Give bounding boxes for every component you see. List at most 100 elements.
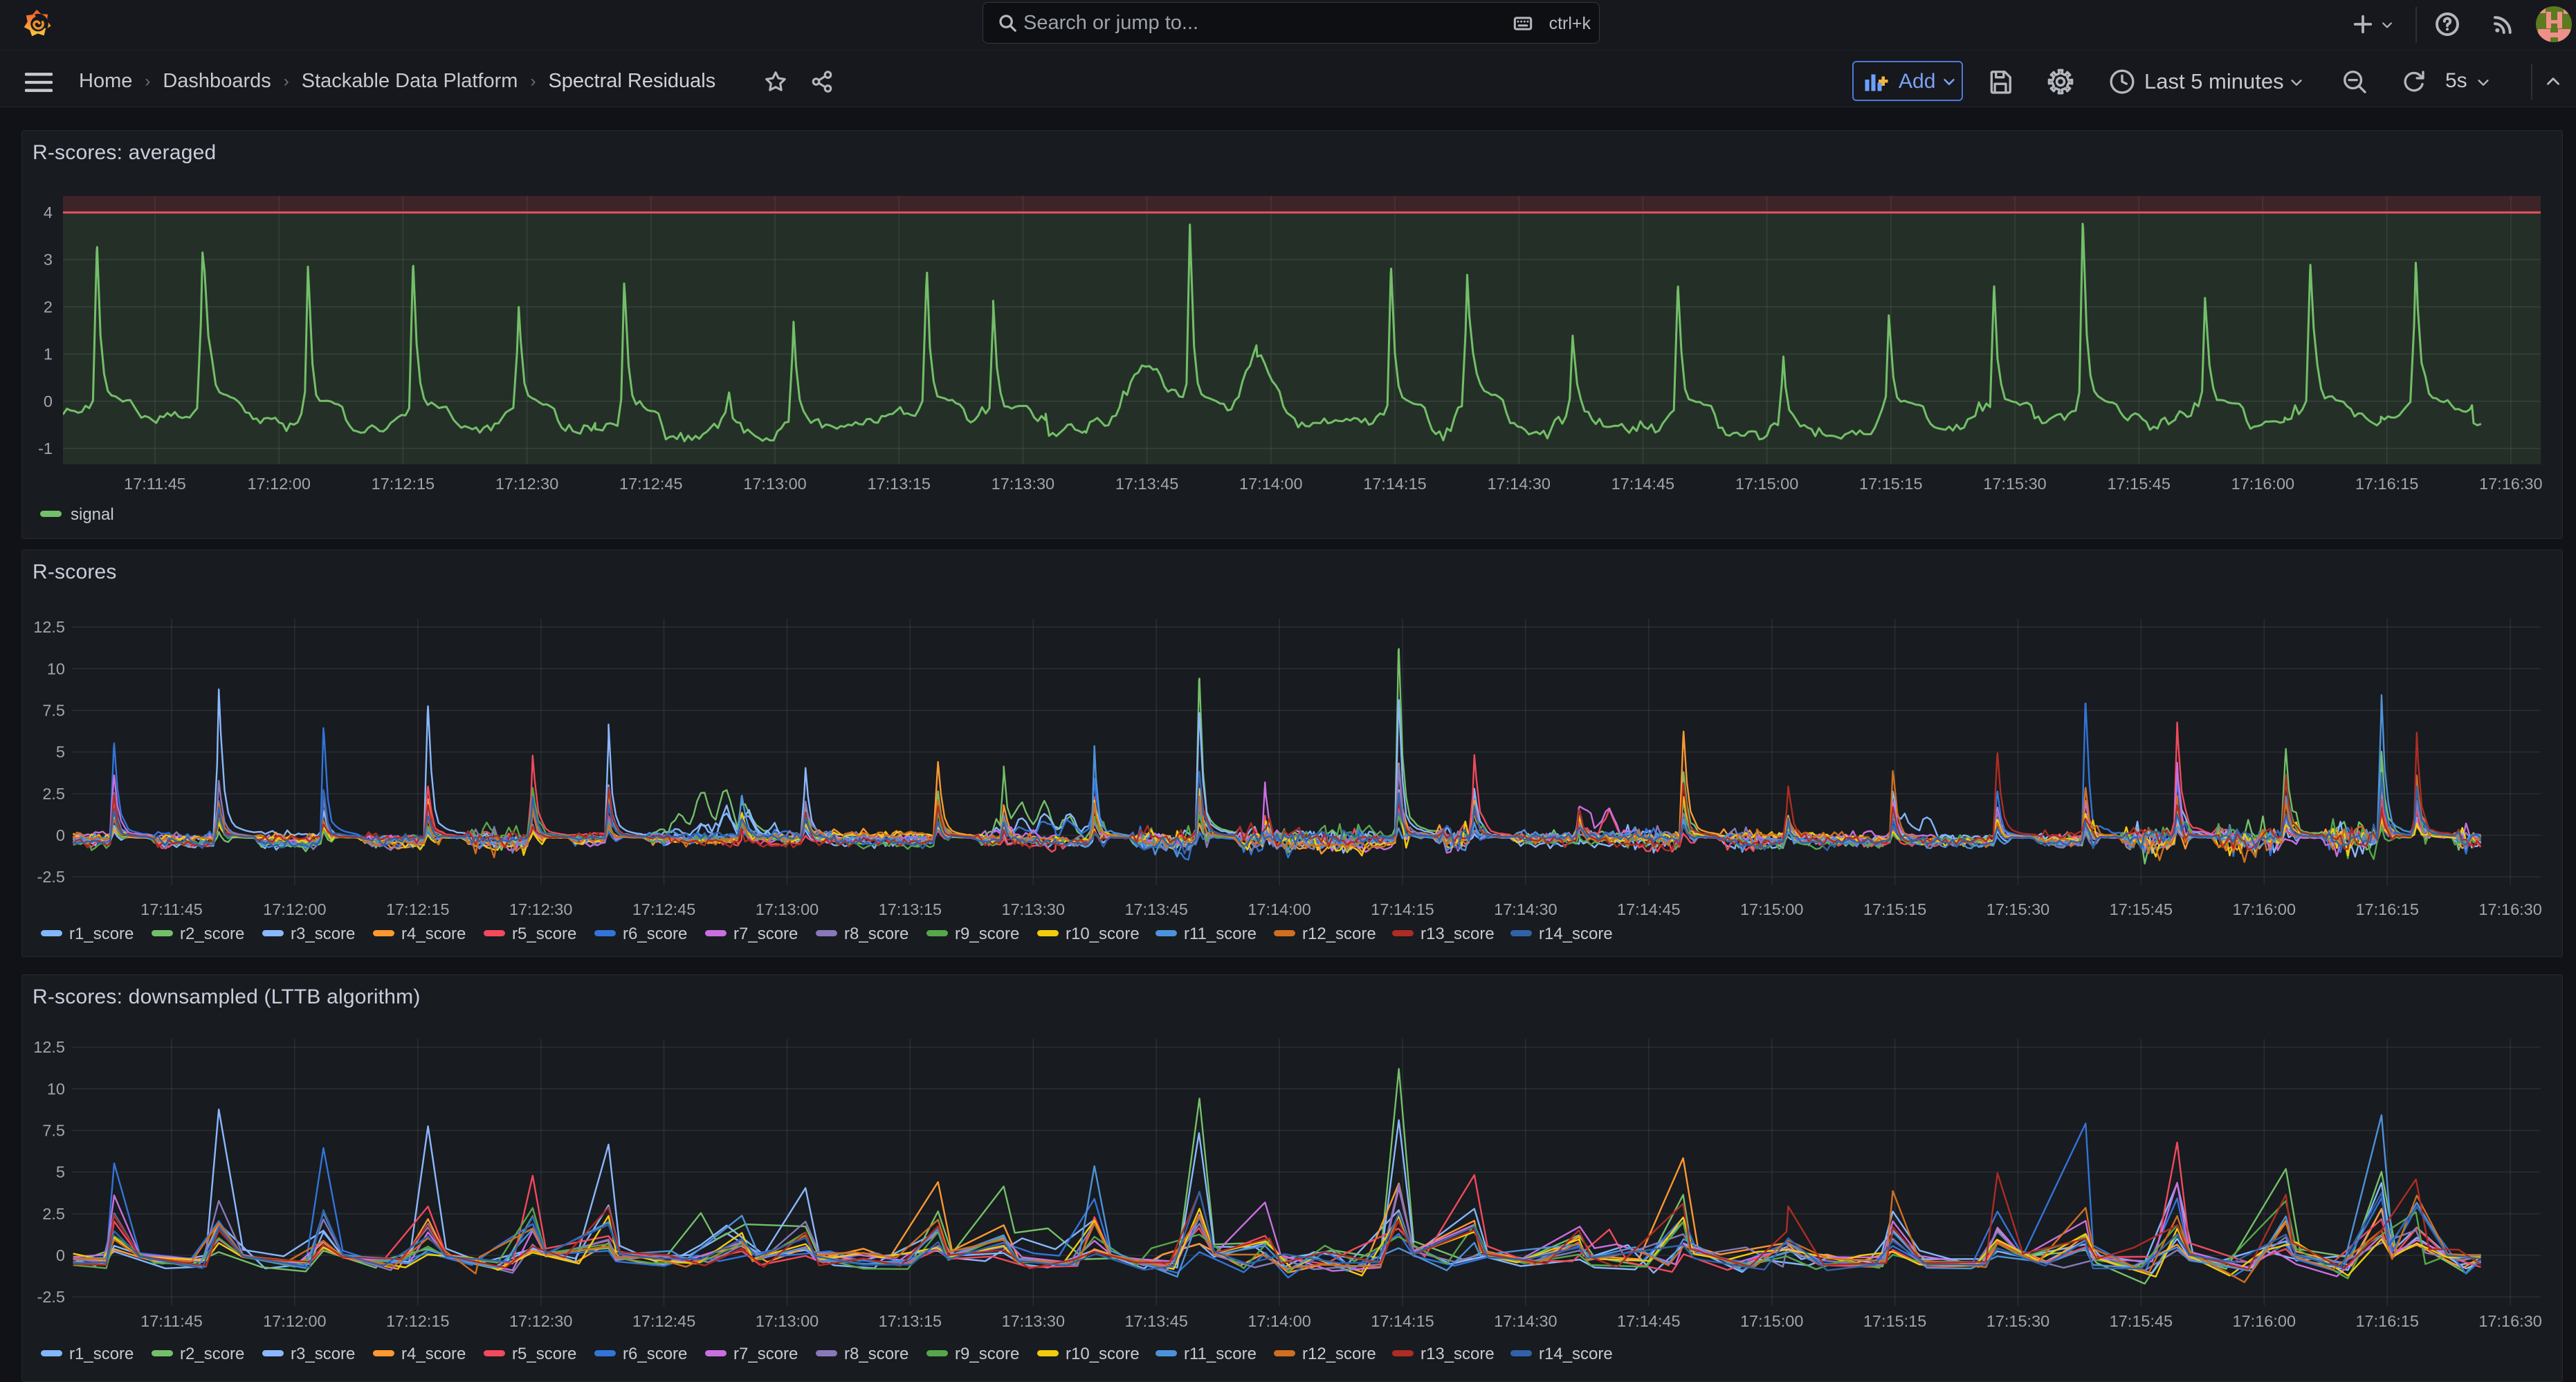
- svg-text:r12_score: r12_score: [1302, 1345, 1376, 1363]
- svg-text:17:16:30: 17:16:30: [2478, 1312, 2541, 1330]
- svg-text:0: 0: [44, 392, 53, 410]
- svg-text:17:12:45: 17:12:45: [632, 1312, 695, 1330]
- svg-text:r11_score: r11_score: [1184, 925, 1257, 943]
- svg-text:17:15:30: 17:15:30: [1986, 1312, 2049, 1330]
- svg-text:17:14:45: 17:14:45: [1617, 900, 1680, 918]
- svg-text:17:12:00: 17:12:00: [247, 475, 310, 493]
- svg-text:17:15:00: 17:15:00: [1735, 475, 1798, 493]
- svg-text:r6_score: r6_score: [623, 1345, 687, 1363]
- svg-text:r11_score: r11_score: [1184, 1345, 1257, 1363]
- svg-text:17:13:30: 17:13:30: [992, 475, 1054, 493]
- svg-text:17:15:15: 17:15:15: [1859, 475, 1922, 493]
- svg-text:r12_score: r12_score: [1302, 925, 1376, 943]
- svg-text:17:12:00: 17:12:00: [263, 900, 326, 918]
- svg-text:r7_score: r7_score: [733, 925, 798, 943]
- svg-text:r6_score: r6_score: [623, 925, 687, 943]
- svg-text:17:15:15: 17:15:15: [1863, 1312, 1926, 1330]
- svg-text:17:13:00: 17:13:00: [743, 475, 806, 493]
- svg-text:17:16:00: 17:16:00: [2231, 475, 2294, 493]
- svg-text:17:14:00: 17:14:00: [1239, 475, 1302, 493]
- svg-text:17:15:30: 17:15:30: [1983, 475, 2046, 493]
- svg-text:12.5: 12.5: [33, 618, 65, 636]
- svg-text:17:16:15: 17:16:15: [2355, 900, 2418, 918]
- svg-text:17:15:00: 17:15:00: [1740, 1312, 1803, 1330]
- svg-text:2: 2: [44, 298, 53, 316]
- svg-text:17:11:45: 17:11:45: [140, 1312, 203, 1330]
- svg-text:-2.5: -2.5: [37, 1288, 66, 1306]
- svg-text:17:13:15: 17:13:15: [879, 1312, 942, 1330]
- svg-text:2.5: 2.5: [42, 1205, 65, 1223]
- svg-text:r3_score: r3_score: [291, 925, 355, 943]
- svg-text:17:12:30: 17:12:30: [509, 900, 572, 918]
- svg-text:7.5: 7.5: [42, 1121, 65, 1139]
- svg-text:r5_score: r5_score: [512, 1345, 576, 1363]
- svg-text:17:14:45: 17:14:45: [1617, 1312, 1680, 1330]
- svg-text:17:12:15: 17:12:15: [386, 900, 449, 918]
- svg-text:r7_score: r7_score: [733, 1345, 798, 1363]
- svg-text:r1_score: r1_score: [69, 1345, 134, 1363]
- svg-text:17:12:45: 17:12:45: [619, 475, 682, 493]
- svg-text:17:13:45: 17:13:45: [1115, 475, 1178, 493]
- svg-text:r5_score: r5_score: [512, 925, 576, 943]
- svg-text:r9_score: r9_score: [955, 1345, 1019, 1363]
- svg-text:3: 3: [44, 251, 53, 269]
- svg-text:r4_score: r4_score: [401, 925, 466, 943]
- svg-text:5: 5: [56, 743, 65, 761]
- svg-text:r10_score: r10_score: [1066, 1345, 1140, 1363]
- svg-text:r14_score: r14_score: [1539, 925, 1613, 943]
- svg-text:17:16:30: 17:16:30: [2478, 900, 2541, 918]
- svg-text:17:13:30: 17:13:30: [1002, 900, 1065, 918]
- svg-text:r8_score: r8_score: [844, 1345, 908, 1363]
- svg-text:17:12:30: 17:12:30: [509, 1312, 572, 1330]
- svg-text:17:13:45: 17:13:45: [1124, 1312, 1187, 1330]
- svg-text:5: 5: [56, 1163, 65, 1181]
- svg-text:12.5: 12.5: [33, 1038, 65, 1056]
- svg-text:17:12:45: 17:12:45: [632, 900, 695, 918]
- svg-text:r9_score: r9_score: [955, 925, 1019, 943]
- svg-text:r4_score: r4_score: [401, 1345, 466, 1363]
- svg-text:17:16:30: 17:16:30: [2479, 475, 2542, 493]
- svg-text:r8_score: r8_score: [844, 925, 908, 943]
- svg-text:17:11:45: 17:11:45: [140, 900, 203, 918]
- svg-text:10: 10: [47, 660, 65, 678]
- svg-text:signal: signal: [71, 505, 114, 524]
- svg-text:17:15:45: 17:15:45: [2110, 900, 2173, 918]
- svg-text:-2.5: -2.5: [37, 868, 66, 886]
- svg-text:-1: -1: [38, 439, 53, 457]
- svg-text:4: 4: [44, 203, 53, 221]
- svg-text:17:13:45: 17:13:45: [1124, 900, 1187, 918]
- svg-text:17:14:15: 17:14:15: [1363, 475, 1426, 493]
- svg-text:17:16:15: 17:16:15: [2355, 475, 2418, 493]
- svg-text:r3_score: r3_score: [291, 1345, 355, 1363]
- svg-text:17:15:15: 17:15:15: [1863, 900, 1926, 918]
- svg-text:17:12:00: 17:12:00: [263, 1312, 326, 1330]
- svg-text:r13_score: r13_score: [1421, 925, 1495, 943]
- svg-text:17:16:00: 17:16:00: [2233, 900, 2296, 918]
- svg-text:17:16:15: 17:16:15: [2355, 1312, 2418, 1330]
- svg-text:17:13:00: 17:13:00: [756, 1312, 819, 1330]
- svg-text:17:13:15: 17:13:15: [867, 475, 930, 493]
- svg-text:17:13:00: 17:13:00: [756, 900, 819, 918]
- svg-text:17:14:00: 17:14:00: [1248, 900, 1310, 918]
- svg-text:17:15:45: 17:15:45: [2110, 1312, 2173, 1330]
- svg-text:1: 1: [44, 345, 53, 363]
- svg-text:2.5: 2.5: [42, 785, 65, 803]
- svg-text:17:14:15: 17:14:15: [1371, 1312, 1434, 1330]
- svg-text:7.5: 7.5: [42, 701, 65, 719]
- svg-text:17:14:00: 17:14:00: [1248, 1312, 1310, 1330]
- svg-text:17:15:30: 17:15:30: [1986, 900, 2049, 918]
- svg-text:r2_score: r2_score: [180, 925, 244, 943]
- svg-text:r1_score: r1_score: [69, 925, 134, 943]
- svg-text:17:14:15: 17:14:15: [1371, 900, 1434, 918]
- svg-text:17:14:30: 17:14:30: [1494, 900, 1557, 918]
- svg-text:17:14:30: 17:14:30: [1494, 1312, 1557, 1330]
- svg-text:17:12:15: 17:12:15: [386, 1312, 449, 1330]
- svg-text:r14_score: r14_score: [1539, 1345, 1613, 1363]
- svg-text:17:15:45: 17:15:45: [2107, 475, 2170, 493]
- svg-text:10: 10: [47, 1080, 65, 1098]
- svg-text:17:16:00: 17:16:00: [2233, 1312, 2296, 1330]
- svg-text:17:14:45: 17:14:45: [1611, 475, 1674, 493]
- svg-text:17:13:30: 17:13:30: [1002, 1312, 1065, 1330]
- svg-text:r2_score: r2_score: [180, 1345, 244, 1363]
- svg-text:0: 0: [56, 1246, 65, 1264]
